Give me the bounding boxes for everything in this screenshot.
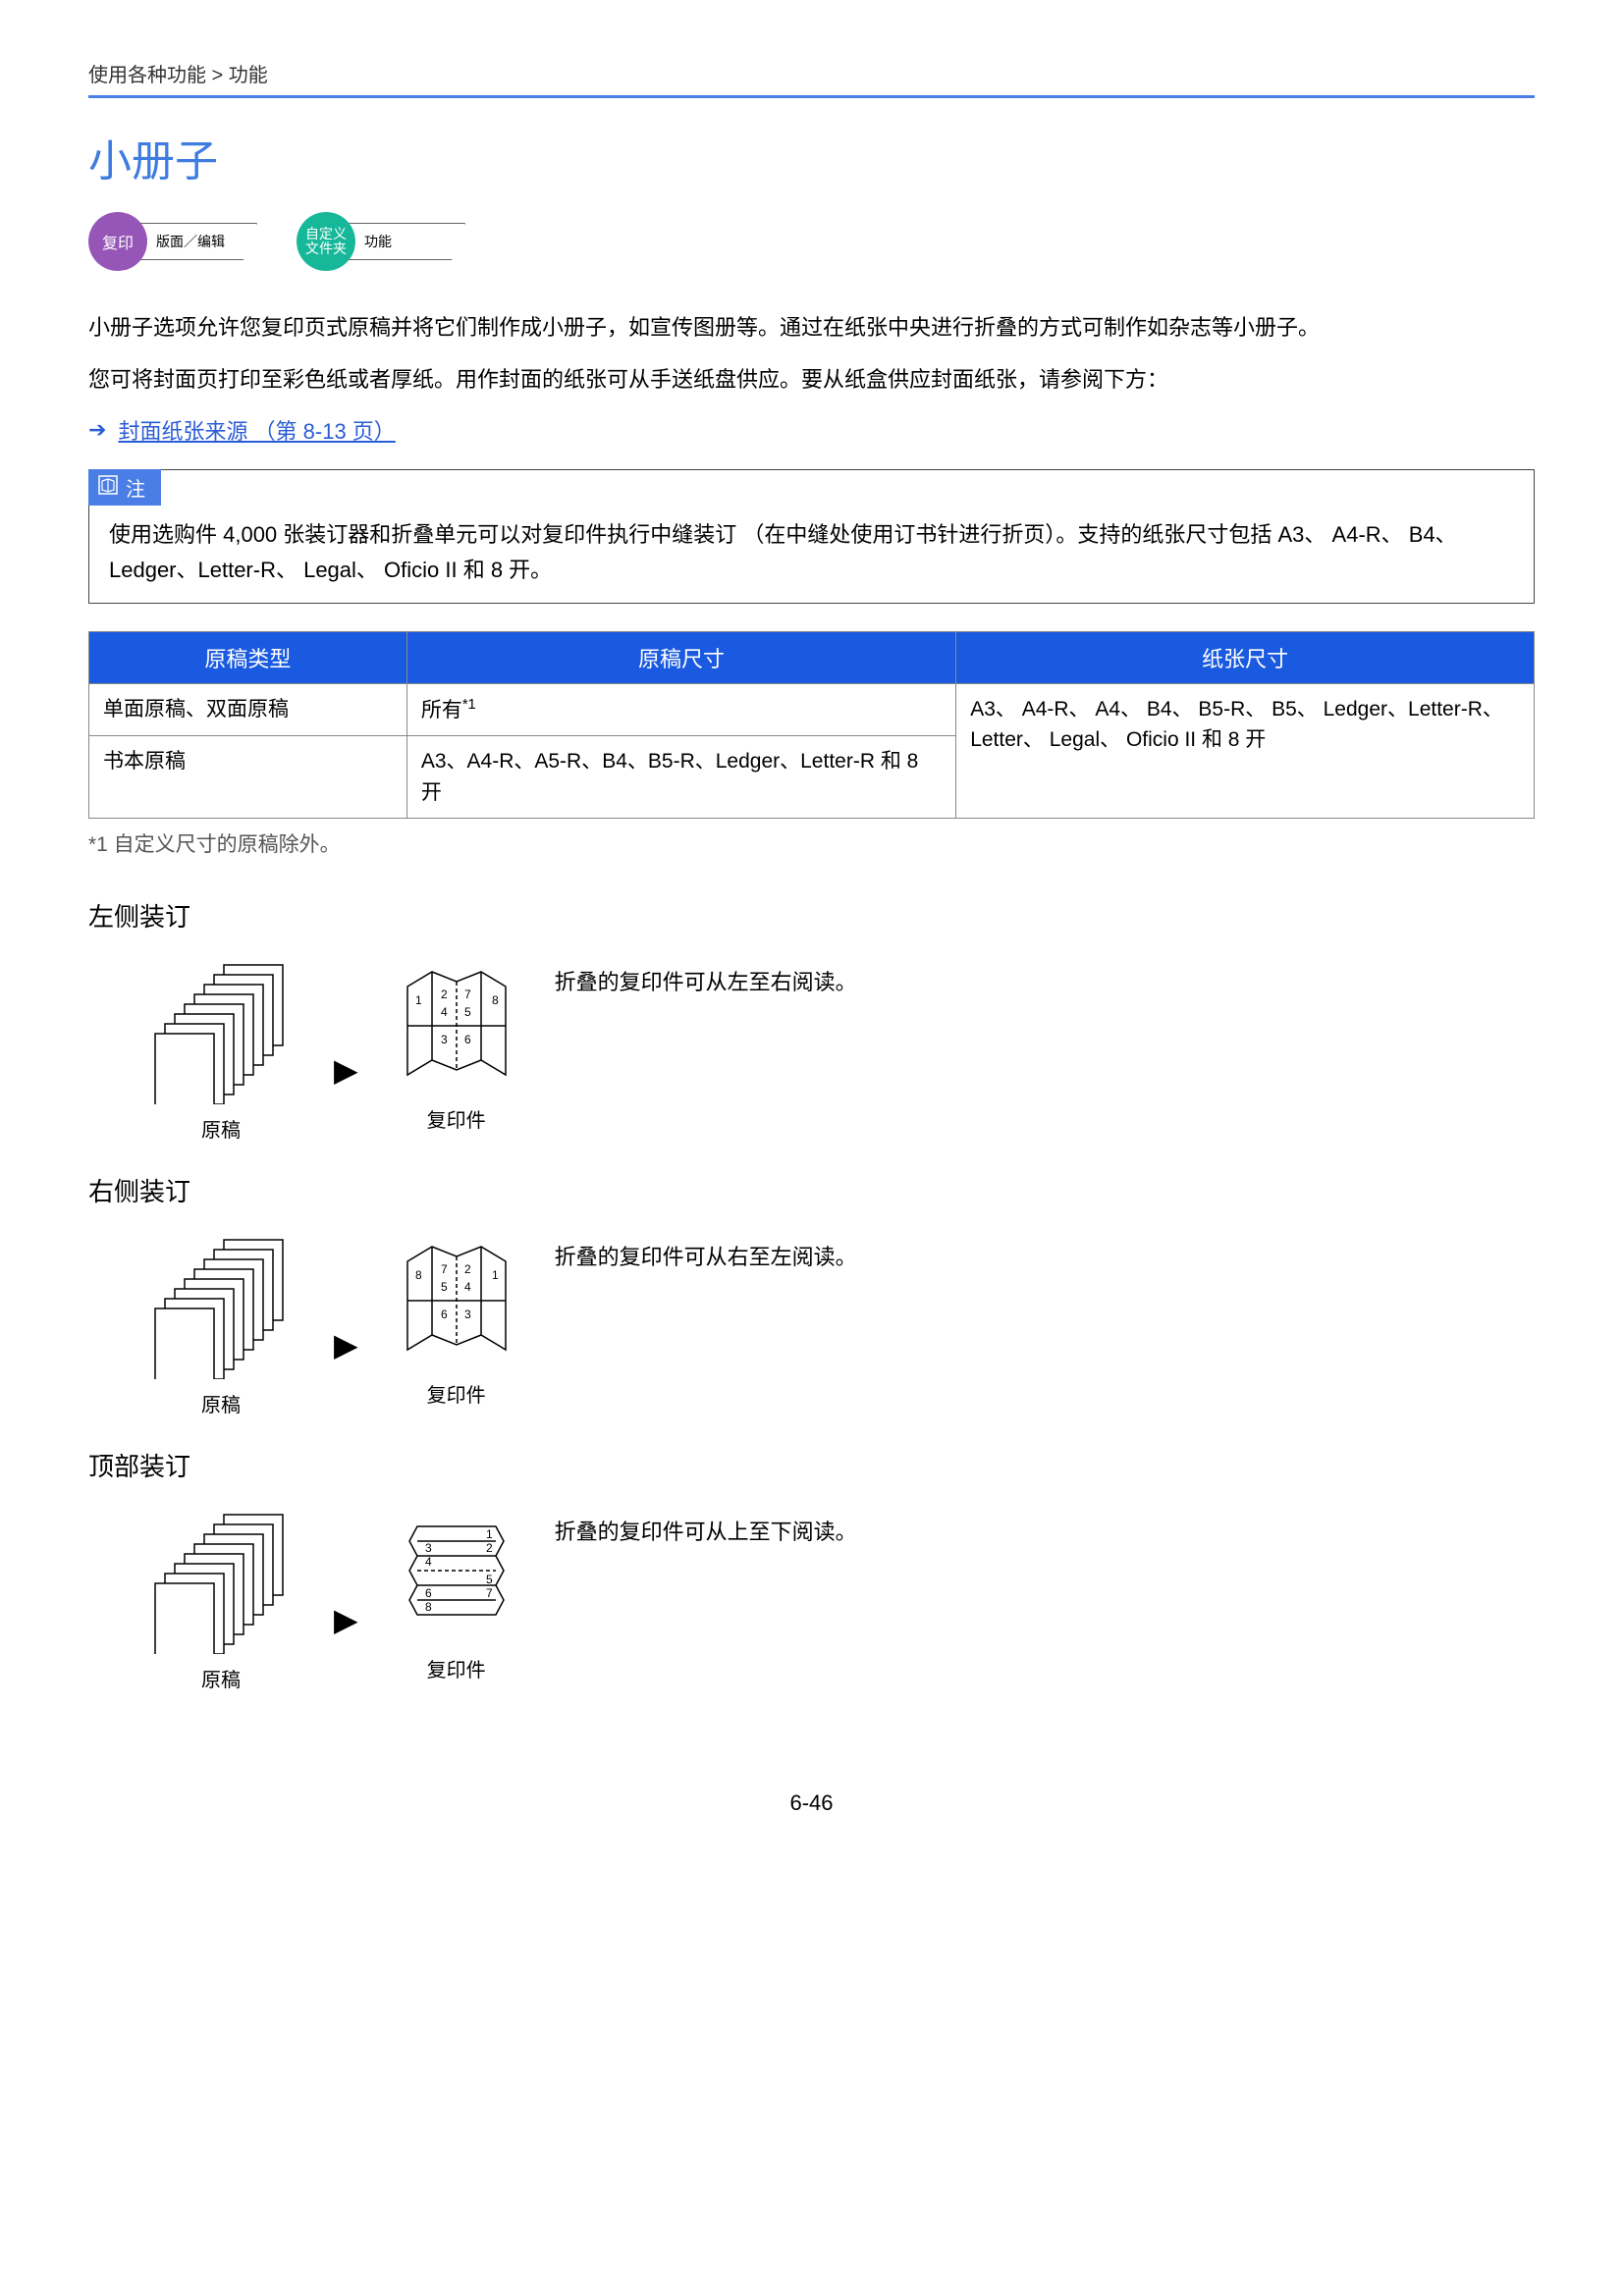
svg-text:4: 4 xyxy=(441,1005,448,1019)
cell-size-1: 所有*1 xyxy=(406,683,955,736)
function-tab: 功能 xyxy=(348,223,465,260)
cell-size-1-sup: *1 xyxy=(462,697,476,713)
divider xyxy=(88,95,1535,98)
svg-text:6: 6 xyxy=(425,1586,432,1600)
footnote: *1 自定义尺寸的原稿除外。 xyxy=(88,828,1535,858)
svg-text:7: 7 xyxy=(441,1262,448,1276)
note-body: 使用选购件 4,000 张装订器和折叠单元可以对复印件执行中缝装订 （在中缝处使… xyxy=(89,517,1534,586)
spec-table: 原稿类型 原稿尺寸 纸张尺寸 单面原稿、双面原稿 所有*1 A3、 A4-R、 … xyxy=(88,631,1535,820)
svg-text:3: 3 xyxy=(464,1308,471,1321)
svg-text:5: 5 xyxy=(441,1280,448,1294)
svg-text:3: 3 xyxy=(441,1033,448,1046)
originals-block: 8 7 6 5 4 3 2 1 原稿 xyxy=(147,1507,295,1692)
originals-icon: 8 7 6 5 4 3 2 1 xyxy=(147,1232,295,1379)
note-header: 注 xyxy=(88,469,161,506)
copies-block: 1 2 7 8 4 5 3 6 复印件 xyxy=(398,957,515,1133)
cell-size-2: A3、A4-R、A5-R、B4、B5-R、Ledger、Letter-R 和 8… xyxy=(406,736,955,819)
originals-block: 8 7 6 5 4 3 2 1 原稿 xyxy=(147,1232,295,1417)
cover-paper-source-link[interactable]: 封面纸张来源 （第 8-13 页） xyxy=(118,414,395,446)
page-number: 6-46 xyxy=(88,1790,1535,1816)
originals-label: 原稿 xyxy=(201,1389,241,1417)
copies-block: 1 3 2 4 5 6 7 8 复印件 xyxy=(398,1507,515,1682)
svg-text:4: 4 xyxy=(425,1555,432,1569)
svg-text:4: 4 xyxy=(464,1280,471,1294)
desc-left: 折叠的复印件可从左至右阅读。 xyxy=(555,957,857,996)
cell-size-1-text: 所有 xyxy=(421,699,462,721)
copy-circle: 复印 xyxy=(88,212,147,271)
badge-custom-group: 自定义 文件夹 功能 xyxy=(297,212,465,271)
badge-row: 复印 版面／编辑 自定义 文件夹 功能 xyxy=(88,212,1535,271)
svg-text:8: 8 xyxy=(492,993,499,1007)
svg-text:7: 7 xyxy=(464,988,471,1001)
breadcrumb: 使用各种功能 > 功能 xyxy=(88,59,1535,87)
illus-row-top: 8 7 6 5 4 3 2 1 原稿 ▶ 1 3 xyxy=(88,1507,1535,1692)
svg-text:2: 2 xyxy=(464,1262,471,1276)
note-icon xyxy=(98,475,118,501)
svg-text:5: 5 xyxy=(486,1573,493,1586)
note-label: 注 xyxy=(126,473,145,502)
copies-block: 8 7 2 1 5 4 6 3 复印件 xyxy=(398,1232,515,1408)
arrow-icon: ▶ xyxy=(334,1326,358,1363)
paragraph-2: 您可将封面页打印至彩色纸或者厚纸。用作封面的纸张可从手送纸盘供应。要从纸盒供应封… xyxy=(88,362,1535,397)
th-original-size: 原稿尺寸 xyxy=(406,631,955,683)
svg-text:1: 1 xyxy=(492,1268,499,1282)
arrow-right-icon: ➔ xyxy=(88,417,106,443)
illus-row-right: 8 7 6 5 4 3 2 1 原稿 ▶ 8 7 2 1 5 4 xyxy=(88,1232,1535,1417)
booklet-right-icon: 8 7 2 1 5 4 6 3 xyxy=(398,1232,515,1369)
cell-paper-size: A3、 A4-R、 A4、 B4、 B5-R、 B5、 Ledger、Lette… xyxy=(956,683,1535,819)
svg-text:1: 1 xyxy=(159,1586,167,1602)
copies-label: 复印件 xyxy=(427,1104,486,1133)
originals-icon: 8 7 6 5 4 3 2 1 xyxy=(147,957,295,1104)
svg-text:8: 8 xyxy=(415,1268,422,1282)
originals-label: 原稿 xyxy=(201,1664,241,1692)
arrow-icon: ▶ xyxy=(334,1601,358,1638)
desc-top: 折叠的复印件可从上至下阅读。 xyxy=(555,1507,857,1546)
svg-text:7: 7 xyxy=(486,1586,493,1600)
booklet-top-icon: 1 3 2 4 5 6 7 8 xyxy=(398,1507,515,1644)
svg-text:2: 2 xyxy=(441,988,448,1001)
copy-tab: 版面／编辑 xyxy=(139,223,257,260)
svg-text:5: 5 xyxy=(464,1005,471,1019)
svg-text:8: 8 xyxy=(425,1600,432,1614)
page-title: 小册子 xyxy=(88,126,1535,188)
cell-type-2: 书本原稿 xyxy=(89,736,407,819)
svg-text:1: 1 xyxy=(486,1527,493,1541)
desc-right: 折叠的复印件可从右至左阅读。 xyxy=(555,1232,857,1271)
cell-type-1: 单面原稿、双面原稿 xyxy=(89,683,407,736)
originals-label: 原稿 xyxy=(201,1114,241,1143)
th-original-type: 原稿类型 xyxy=(89,631,407,683)
section-top-binding: 顶部装订 xyxy=(88,1447,1535,1483)
svg-text:1: 1 xyxy=(159,1311,167,1327)
arrow-icon: ▶ xyxy=(334,1051,358,1089)
section-left-binding: 左侧装订 xyxy=(88,897,1535,934)
copies-label: 复印件 xyxy=(427,1379,486,1408)
originals-block: 8 7 6 5 4 3 2 1 原稿 xyxy=(147,957,295,1143)
svg-text:6: 6 xyxy=(441,1308,448,1321)
th-paper-size: 纸张尺寸 xyxy=(956,631,1535,683)
note-box: 注 使用选购件 4,000 张装订器和折叠单元可以对复印件执行中缝装订 （在中缝… xyxy=(88,469,1535,603)
svg-text:1: 1 xyxy=(415,993,422,1007)
link-row: ➔ 封面纸张来源 （第 8-13 页） xyxy=(88,414,1535,446)
booklet-left-icon: 1 2 7 8 4 5 3 6 xyxy=(398,957,515,1095)
copies-label: 复印件 xyxy=(427,1654,486,1682)
svg-text:6: 6 xyxy=(464,1033,471,1046)
illus-row-left: 8 7 6 5 4 3 2 1 原稿 ▶ 1 2 7 8 4 5 xyxy=(88,957,1535,1143)
svg-text:2: 2 xyxy=(486,1541,493,1555)
svg-text:3: 3 xyxy=(425,1541,432,1555)
svg-text:1: 1 xyxy=(159,1037,167,1052)
badge-copy-group: 复印 版面／编辑 xyxy=(88,212,257,271)
section-right-binding: 右侧装订 xyxy=(88,1172,1535,1208)
custom-box-circle: 自定义 文件夹 xyxy=(297,212,355,271)
table-row: 单面原稿、双面原稿 所有*1 A3、 A4-R、 A4、 B4、 B5-R、 B… xyxy=(89,683,1535,736)
originals-icon: 8 7 6 5 4 3 2 1 xyxy=(147,1507,295,1654)
paragraph-1: 小册子选项允许您复印页式原稿并将它们制作成小册子，如宣传图册等。通过在纸张中央进… xyxy=(88,310,1535,345)
